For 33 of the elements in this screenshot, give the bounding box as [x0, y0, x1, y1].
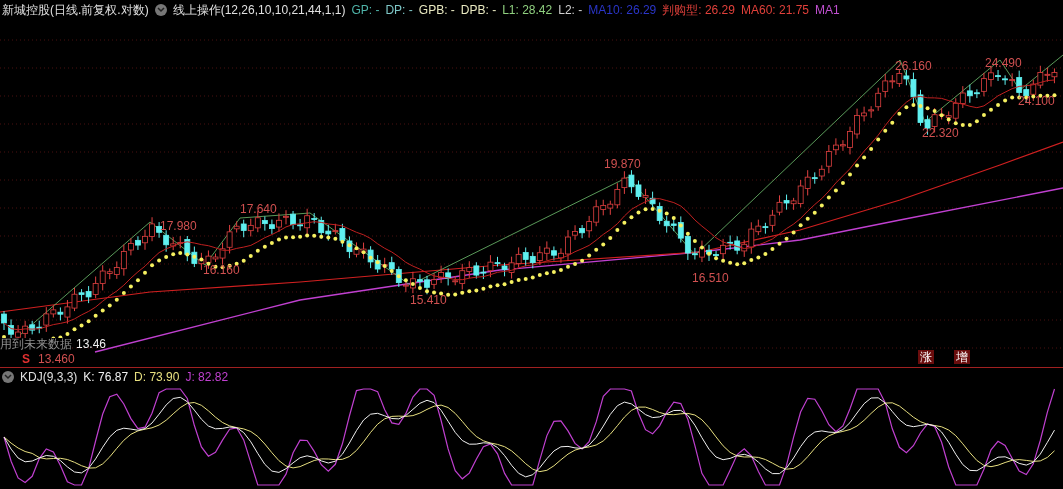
dropdown-icon[interactable] [2, 370, 14, 383]
price-label: 24.100 [1018, 95, 1055, 107]
indicator-reading: DPB: - [460, 2, 497, 19]
indicator-reading: L1: 28.42 [502, 2, 553, 19]
price-label: 15.410 [410, 294, 447, 306]
signal-badge: 增 [954, 350, 970, 364]
price-label: 17.980 [160, 220, 197, 232]
kdj-reading: J: 82.82 [185, 368, 229, 386]
stock-title: 新城控股(日线.前复权.对数) [2, 2, 149, 19]
price-label: 13.460 [38, 353, 75, 365]
indicator-reading: GPB: - [418, 2, 455, 19]
indicator-reading: DP: - [385, 2, 413, 19]
indicator-reading: MA10: 26.29 [588, 2, 657, 19]
signal-marker: S [22, 353, 30, 365]
kdj-title: KDJ(9,3,3) [20, 368, 78, 386]
indicator-reading: GP: - [351, 2, 380, 19]
signal-badge: 涨 [918, 350, 934, 364]
indicator-reading: MA60: 21.75 [740, 2, 809, 19]
price-label: 16.510 [692, 272, 729, 284]
price-label: 22.320 [922, 127, 959, 139]
price-label: 16.160 [203, 264, 240, 276]
kdj-reading: D: 73.90 [134, 368, 180, 386]
indicator-reading: 判购型: 26.29 [662, 2, 735, 19]
price-label: 17.640 [240, 203, 277, 215]
price-label: 19.870 [604, 158, 641, 170]
price-label: 24.490 [985, 57, 1022, 69]
dropdown-icon[interactable] [154, 4, 167, 16]
indicator-name: 线上操作(12,26,10,10,21,44,1,1) [172, 2, 346, 19]
price-label: 13.46 [76, 338, 107, 350]
price-label: 26.160 [895, 60, 932, 72]
kdj-reading: K: 76.87 [83, 368, 129, 386]
indicator-reading: L2: - [558, 2, 583, 19]
indicator-reading: MA1 [815, 2, 840, 19]
